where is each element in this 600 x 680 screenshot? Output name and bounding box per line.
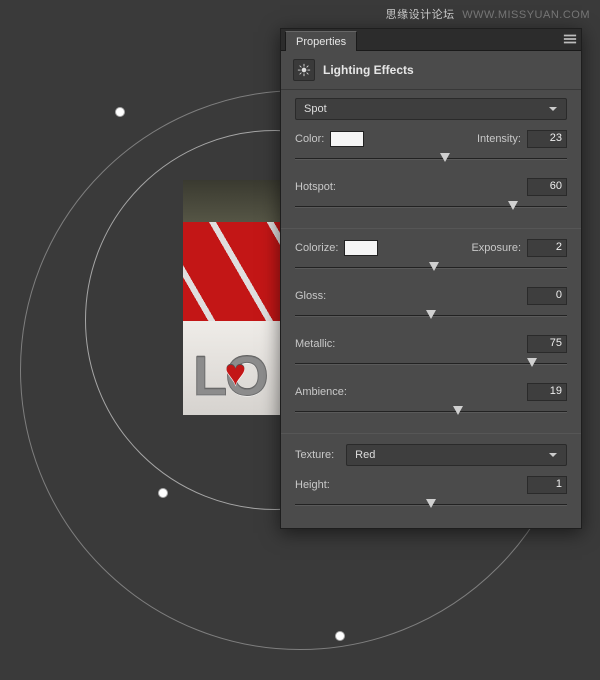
color-swatch[interactable]: [330, 131, 364, 147]
heart-icon: ♥: [225, 352, 244, 393]
metallic-slider[interactable]: [295, 355, 567, 373]
exposure-label: Exposure:: [471, 242, 521, 254]
hotspot-input[interactable]: 60: [527, 178, 567, 196]
texture-select[interactable]: Red: [346, 444, 567, 466]
light-type-value: Spot: [304, 103, 327, 115]
panel-title: Lighting Effects: [323, 63, 414, 77]
height-label: Height:: [295, 479, 330, 491]
intensity-input[interactable]: 23: [527, 130, 567, 148]
chevron-down-icon: [548, 104, 558, 114]
hotspot-slider[interactable]: [295, 198, 567, 216]
height-slider[interactable]: [295, 496, 567, 514]
hotspot-label: Hotspot:: [295, 181, 336, 193]
watermark: 思缘设计论坛 WWW.MISSYUAN.COM: [386, 6, 590, 22]
menu-icon: [563, 32, 577, 46]
ambience-slider[interactable]: [295, 403, 567, 421]
color-label: Color:: [295, 133, 324, 145]
gloss-input[interactable]: 0: [527, 287, 567, 305]
intensity-slider[interactable]: [295, 150, 567, 168]
metallic-label: Metallic:: [295, 338, 335, 350]
light-handle[interactable]: [158, 488, 168, 498]
workspace-canvas[interactable]: 思缘设计论坛 WWW.MISSYUAN.COM LO♥ Properties L…: [0, 0, 600, 680]
ambience-input[interactable]: 19: [527, 383, 567, 401]
texture-value: Red: [355, 449, 375, 461]
metallic-input[interactable]: 75: [527, 335, 567, 353]
gloss-label: Gloss:: [295, 290, 326, 302]
image-letters: LO♥: [193, 343, 286, 409]
light-handle[interactable]: [335, 631, 345, 641]
watermark-url: WWW.MISSYUAN.COM: [462, 9, 590, 21]
exposure-input[interactable]: 2: [527, 239, 567, 257]
colorize-label: Colorize:: [295, 242, 338, 254]
texture-label: Texture:: [295, 449, 334, 461]
lighting-effects-icon[interactable]: [293, 59, 315, 81]
panel-title-row: Lighting Effects: [281, 51, 581, 90]
light-type-select[interactable]: Spot: [295, 98, 567, 120]
light-handle[interactable]: [115, 107, 125, 117]
properties-panel: Properties Lighting Effects Spot Color: …: [280, 28, 582, 529]
ambience-label: Ambience:: [295, 386, 347, 398]
panel-tabbar: Properties: [281, 29, 581, 51]
colorize-swatch[interactable]: [344, 240, 378, 256]
intensity-label: Intensity:: [477, 133, 521, 145]
gloss-slider[interactable]: [295, 307, 567, 325]
chevron-down-icon: [548, 450, 558, 460]
height-input[interactable]: 1: [527, 476, 567, 494]
watermark-cn: 思缘设计论坛: [386, 9, 455, 21]
panel-menu-button[interactable]: [559, 28, 581, 50]
tab-properties[interactable]: Properties: [285, 31, 357, 51]
exposure-slider[interactable]: [295, 259, 567, 277]
